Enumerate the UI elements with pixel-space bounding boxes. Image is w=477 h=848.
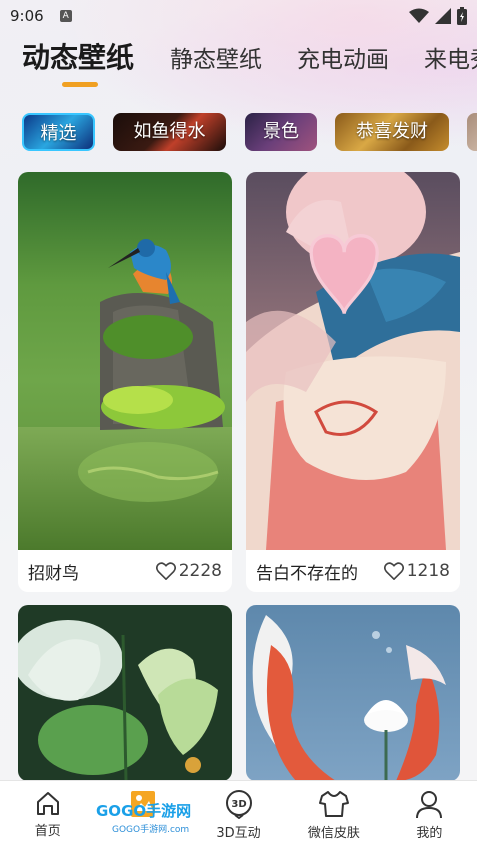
nav-home[interactable]: 首页 [0, 781, 95, 848]
wallpaper-thumbnail-kingfisher [18, 172, 232, 550]
nav-profile[interactable]: 我的 [382, 781, 477, 848]
nav-label: 首页 [34, 824, 61, 839]
chip-prosperity[interactable]: 恭喜发财 [335, 113, 449, 151]
card-title: 告白不存在的 [256, 563, 358, 584]
category-tabs: 动态壁纸 静态壁纸 充电动画 来电秀 [0, 36, 477, 86]
tab-charging-animation[interactable]: 充电动画 [297, 40, 389, 80]
bottom-navigation: 首页 3D 3D互动 微信皮肤 我的 [0, 780, 477, 848]
sub-category-chips: 精选 如鱼得水 景色 恭喜发财 [0, 113, 477, 153]
chip-label: 如鱼得水 [133, 121, 206, 142]
home-icon [36, 792, 59, 815]
nav-label: 3D互动 [216, 826, 261, 841]
watermark-subtext: GOGO手游网.com [112, 825, 190, 835]
user-icon [416, 791, 443, 819]
like-count: 2228 [178, 561, 222, 581]
watermark: GOGO手游网 [96, 800, 191, 821]
tab-caller-show[interactable]: 来电秀 [424, 40, 477, 80]
status-time: 9:06 [10, 7, 44, 25]
status-icons [409, 7, 467, 25]
tab-dynamic-wallpaper[interactable]: 动态壁纸 [22, 38, 134, 78]
chip-featured[interactable]: 精选 [22, 113, 95, 151]
nav-wechat-skin[interactable]: 微信皮肤 [286, 781, 381, 848]
like-count: 1218 [406, 561, 450, 581]
battery-icon [457, 7, 467, 25]
wallpaper-card[interactable]: 招财鸟 2228 [18, 172, 232, 592]
wallpaper-thumbnail-lotus [18, 605, 232, 781]
chip-label: 景色 [263, 121, 299, 142]
wallpaper-thumbnail-koi [246, 605, 460, 781]
card-footer: 招财鸟 2228 [18, 550, 232, 592]
notification-icon: A [59, 10, 72, 22]
chip-label: 恭喜发财 [356, 121, 428, 142]
wallpaper-card[interactable]: 告白不存在的 1218 [246, 172, 460, 592]
3d-icon: 3D [225, 790, 252, 819]
nav-label: 我的 [416, 826, 443, 841]
wallpaper-card[interactable] [246, 605, 460, 781]
card-title: 招财鸟 [28, 563, 79, 584]
nav-label: 微信皮肤 [307, 826, 360, 841]
tab-indicator [62, 82, 98, 87]
heart-icon [155, 562, 176, 580]
status-bar: 9:06 A [0, 0, 477, 32]
chip-scenery[interactable]: 景色 [245, 113, 317, 151]
wifi-icon [409, 8, 429, 23]
tab-static-wallpaper[interactable]: 静态壁纸 [170, 40, 262, 80]
signal-icon [435, 8, 451, 24]
heart-icon [383, 562, 404, 580]
like-button[interactable]: 1218 [383, 561, 450, 581]
watermark-text: GOGO手游网 [96, 802, 192, 820]
chip-like-fish-in-water[interactable]: 如鱼得水 [113, 113, 226, 151]
svg-text:3D: 3D [231, 799, 246, 810]
chip-more[interactable] [467, 113, 477, 151]
wallpaper-thumbnail-pink-character [246, 172, 460, 550]
wallpaper-card[interactable] [18, 605, 232, 781]
tshirt-icon [318, 791, 349, 817]
card-footer: 告白不存在的 1218 [246, 550, 460, 592]
like-button[interactable]: 2228 [155, 561, 222, 581]
nav-3d-interaction[interactable]: 3D 3D互动 [191, 781, 286, 848]
chip-label: 精选 [40, 123, 77, 144]
